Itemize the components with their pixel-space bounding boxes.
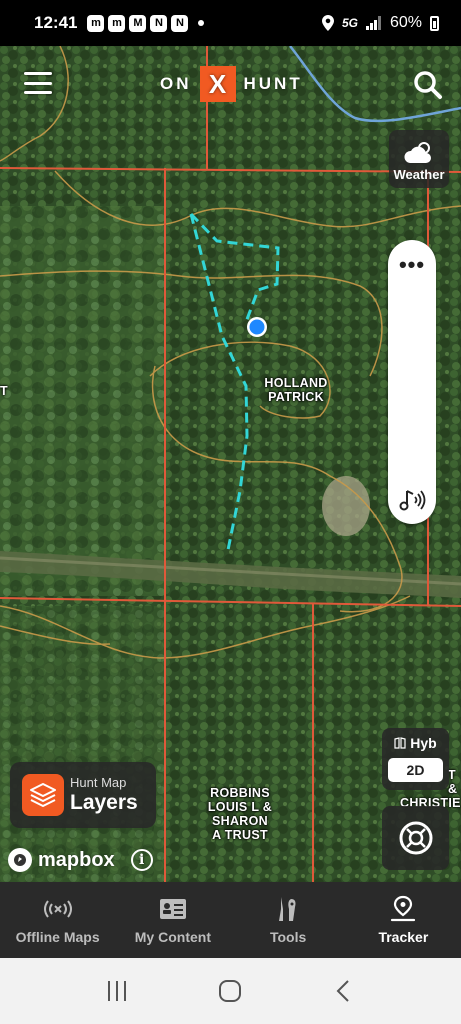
messenger-icon: m [108, 14, 126, 32]
bottom-tab-bar: Offline Maps My Content Tools Tracker [0, 882, 461, 958]
basemap-hybrid[interactable]: Hyb [382, 728, 449, 758]
content-card-icon [159, 899, 186, 919]
tab-my-content[interactable]: My Content [115, 882, 230, 958]
tracker-pin-icon [391, 895, 416, 922]
search-icon [414, 71, 442, 99]
messenger-icon: m [87, 14, 105, 32]
view-2d-button[interactable]: 2D [388, 758, 443, 782]
basemap-label: Hyb [410, 735, 437, 751]
parcel-label-robbins: ROBBINS LOUIS L & SHARON A TRUST [207, 786, 273, 842]
parcel-label-holland: HOLLAND PATRICK [264, 376, 328, 404]
search-button[interactable] [413, 70, 443, 100]
tools-icon [279, 897, 296, 921]
tab-label: Offline Maps [15, 929, 100, 945]
tracker-side-panel[interactable]: ••• [388, 240, 436, 524]
battery-percent: 60% [389, 14, 422, 31]
recents-icon[interactable] [105, 979, 129, 1003]
menu-icon-bar [24, 72, 52, 75]
weather-cloud-icon [404, 142, 431, 163]
layers-title: Layers [70, 791, 138, 814]
menu-icon-bar [24, 91, 52, 94]
gmail-icon: M [129, 14, 147, 32]
more-options-icon[interactable]: ••• [388, 254, 436, 276]
logo-on: ON [160, 74, 192, 93]
map-book-icon [394, 737, 406, 749]
tab-label: Tracker [378, 929, 429, 945]
compass-icon [399, 821, 432, 855]
tab-tracker[interactable]: Tracker [346, 882, 461, 958]
weather-label: Weather [393, 167, 445, 182]
tab-offline-maps[interactable]: Offline Maps [0, 882, 115, 958]
signal-icon [365, 16, 381, 30]
notification-icons: m m M N N [87, 14, 205, 32]
more-notifications-dot [198, 20, 205, 26]
parcel-label-left: T [0, 384, 8, 398]
menu-icon-bar [24, 81, 52, 85]
sound-icon[interactable] [398, 486, 426, 514]
map-view[interactable]: HOLLAND PATRICK ROBBINS LOUIS L & SHARON… [0, 46, 461, 882]
android-nav-bar [0, 958, 461, 1024]
mapbox-label: mapbox [38, 848, 115, 871]
logo-x-mark: X [199, 66, 236, 102]
status-time: 12:41 [34, 13, 78, 32]
tab-label: My Content [134, 929, 211, 945]
weather-button[interactable]: Weather [389, 130, 449, 188]
network-type: 5G [341, 16, 358, 30]
status-bar: 12:41 m m M N N 5G 60% [0, 0, 461, 46]
app-n-icon: N [171, 14, 189, 32]
app-n-icon: N [150, 14, 168, 32]
menu-button[interactable] [22, 70, 54, 96]
basemap-toggle[interactable]: Hyb 2D [382, 728, 449, 790]
info-button[interactable]: i [130, 849, 153, 871]
back-icon[interactable] [332, 979, 356, 1003]
layers-icon [22, 774, 64, 816]
onx-hunt-logo: ON X HUNT [160, 66, 303, 102]
mapbox-attribution: mapbox i [8, 848, 153, 872]
home-icon[interactable] [218, 979, 242, 1003]
location-icon [321, 15, 334, 31]
battery-icon [430, 15, 439, 31]
tab-label: Tools [269, 929, 307, 945]
offline-signal-icon [43, 900, 72, 918]
mapbox-logo-icon [8, 848, 32, 872]
layers-subtitle: Hunt Map [70, 775, 127, 790]
recenter-button[interactable] [382, 806, 449, 870]
tab-tools[interactable]: Tools [231, 882, 346, 958]
logo-hunt: HUNT [243, 74, 303, 93]
layers-button[interactable]: Hunt Map Layers [10, 762, 156, 828]
